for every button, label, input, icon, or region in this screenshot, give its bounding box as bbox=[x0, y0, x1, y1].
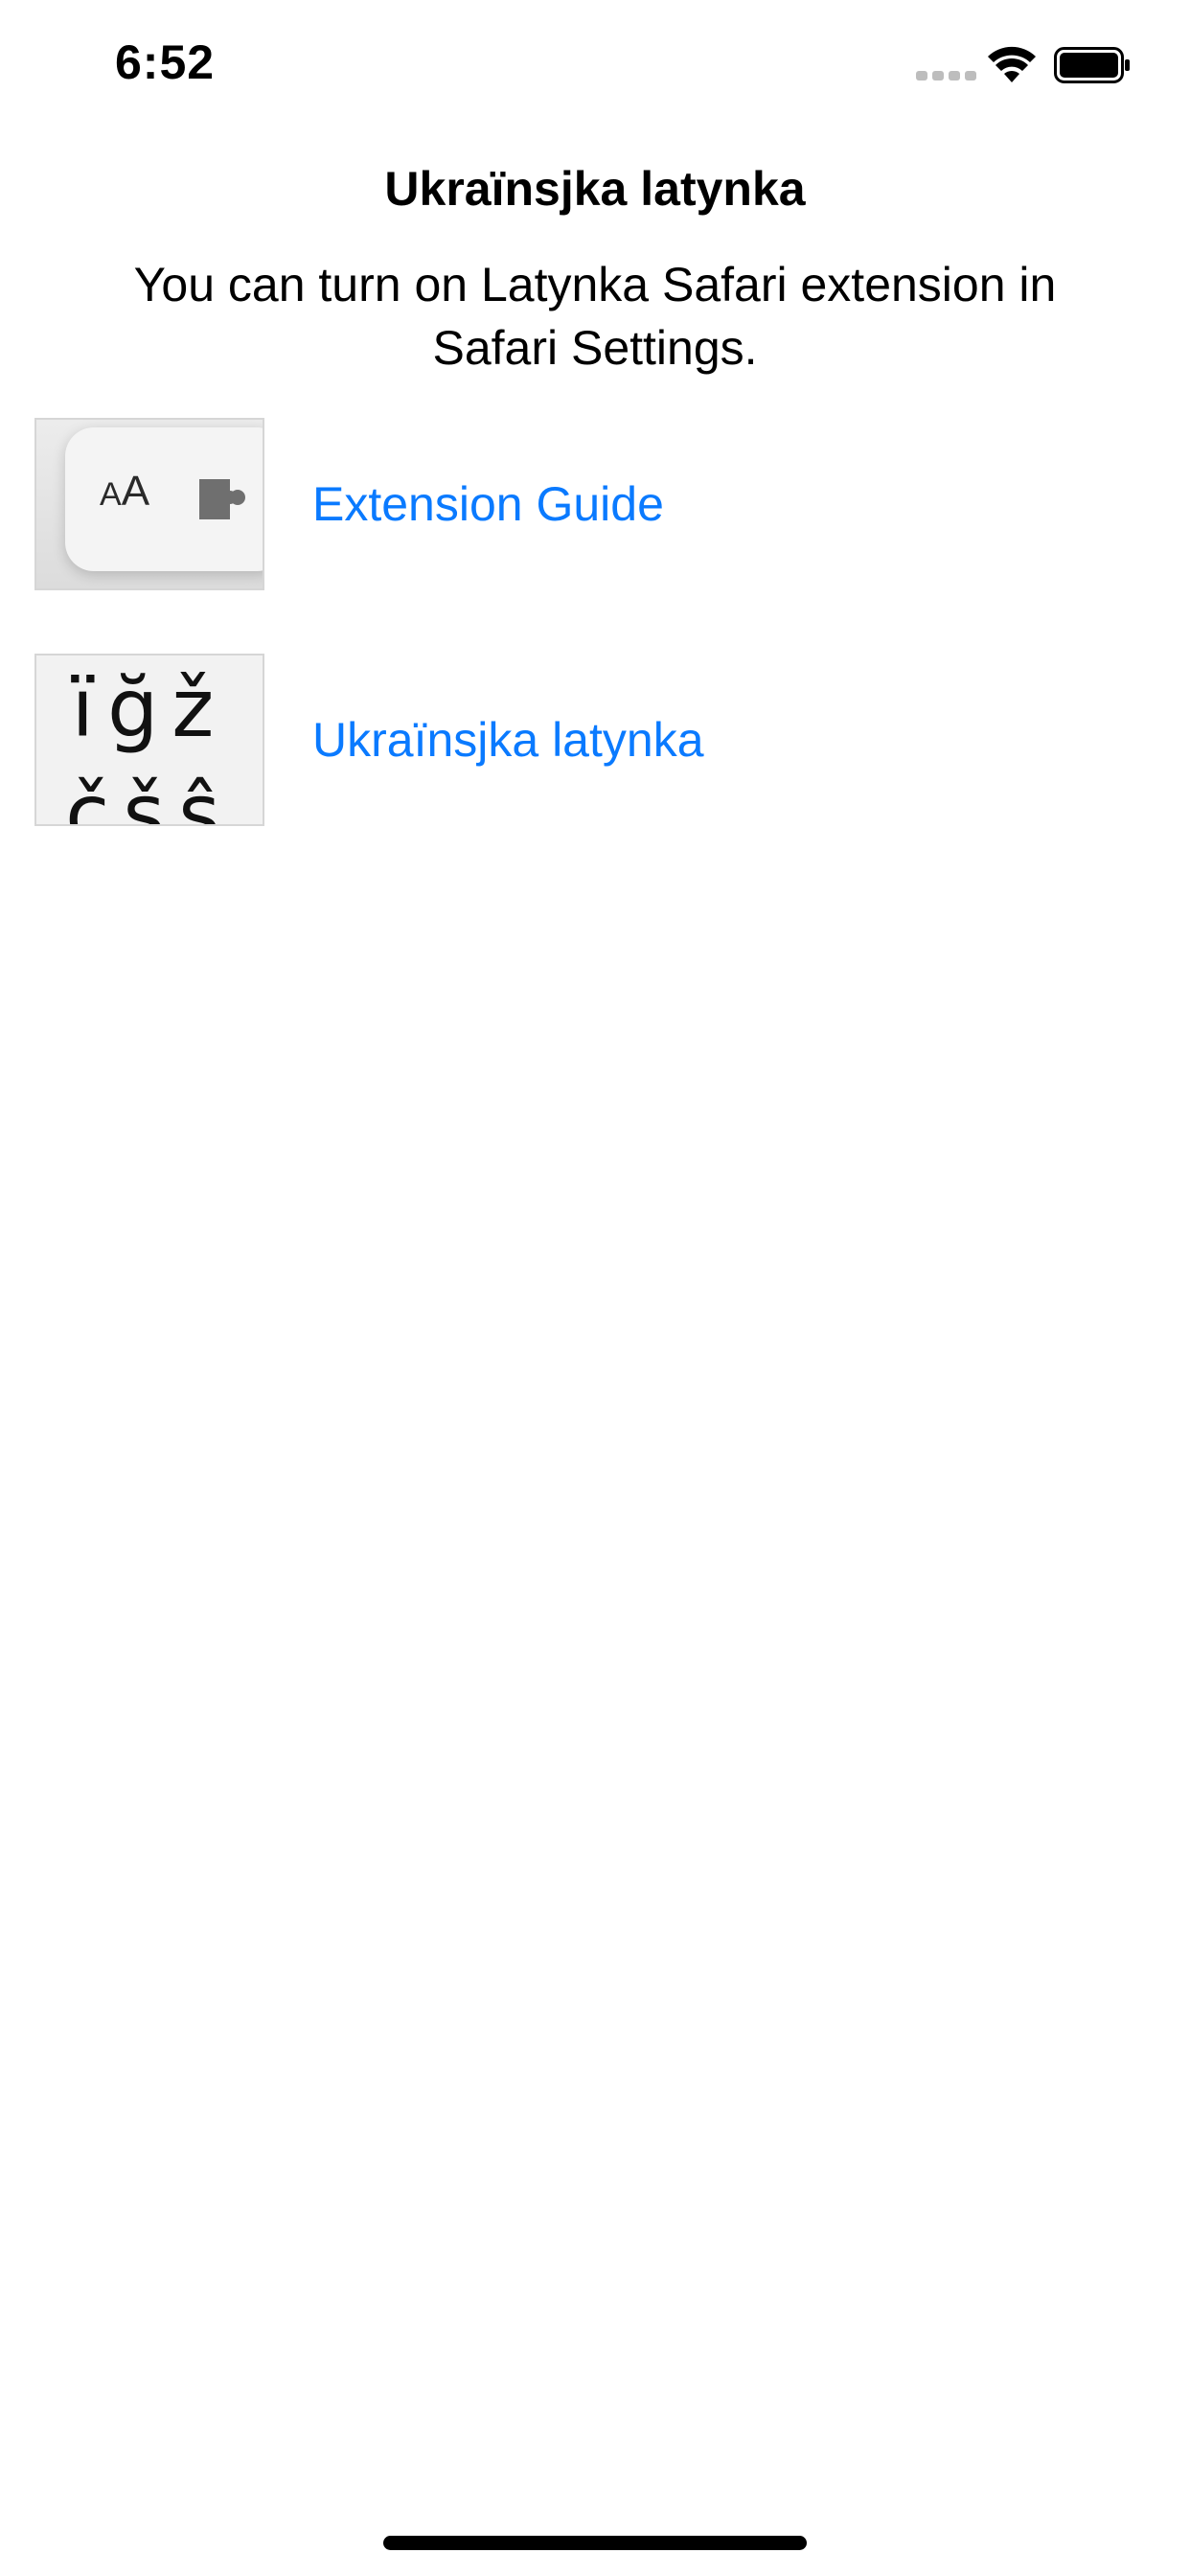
ukrainsjka-latynka-link[interactable]: Ukraïnsjka latynka bbox=[312, 712, 704, 768]
extension-guide-thumbnail: AA bbox=[34, 418, 264, 590]
thumbnail-letters-line1: ïğž bbox=[71, 661, 228, 755]
page-title: Ukraïnsjka latynka bbox=[384, 162, 806, 216]
latynka-letters-thumbnail: ïğž čšŝ bbox=[34, 654, 264, 826]
home-indicator[interactable] bbox=[383, 2536, 807, 2550]
app-screen: 6:52 Ukraïnsjka latynka You can turn on … bbox=[0, 0, 1190, 2576]
cellular-signal-icon bbox=[916, 71, 976, 80]
battery-icon bbox=[1054, 47, 1130, 83]
status-time: 6:52 bbox=[115, 35, 216, 89]
wifi-icon bbox=[988, 46, 1036, 82]
thumbnail-letters-line2: čšŝ bbox=[65, 767, 234, 826]
extension-guide-link[interactable]: Extension Guide bbox=[312, 476, 664, 532]
text-size-icon: AA bbox=[100, 468, 150, 515]
list-item-extension-guide[interactable]: AA Extension Guide bbox=[34, 418, 1156, 590]
list-item-ukrainsjka-latynka[interactable]: ïğž čšŝ Ukraïnsjka latynka bbox=[34, 654, 1156, 826]
instructions-text: You can turn on Latynka Safari extension… bbox=[133, 258, 1057, 375]
status-bar: 6:52 bbox=[0, 0, 1190, 134]
puzzle-piece-icon bbox=[199, 479, 245, 519]
